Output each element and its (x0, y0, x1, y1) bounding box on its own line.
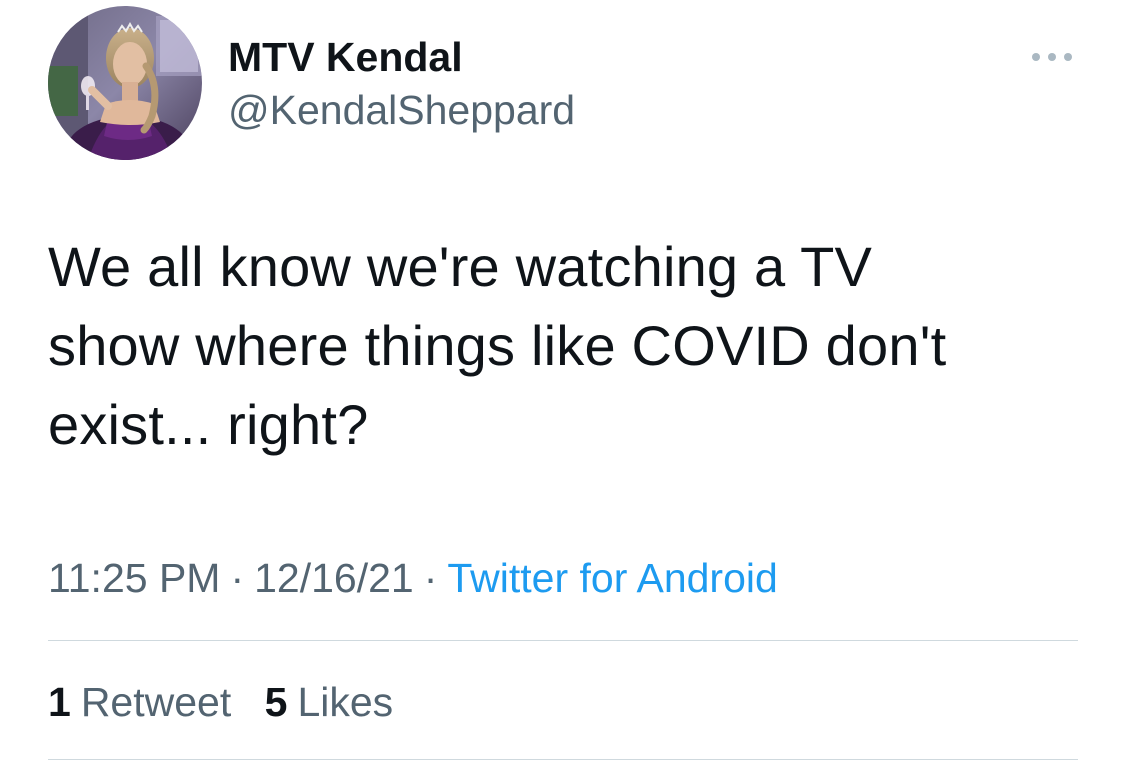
more-dots-icon (1032, 53, 1072, 61)
display-name[interactable]: MTV Kendal (228, 33, 463, 81)
retweets-stat[interactable]: 1 Retweet (48, 676, 231, 728)
tweet-time[interactable]: 11:25 PM (48, 555, 220, 601)
likes-count: 5 (264, 679, 288, 725)
tweet-metadata: 11:25 PM · 12/16/21 · Twitter for Android (48, 552, 778, 604)
meta-separator: · (230, 555, 245, 601)
divider (48, 759, 1078, 760)
divider (48, 640, 1078, 641)
tweet-date[interactable]: 12/16/21 (254, 555, 414, 601)
avatar-image (48, 6, 202, 160)
tweet-text-line: show where things like COVID don't (48, 314, 947, 377)
avatar[interactable] (48, 6, 202, 160)
likes-label: Likes (297, 679, 394, 725)
tweet-text: We all know we're watching a TV show whe… (48, 227, 1088, 464)
tweet-detail: MTV Kendal @KendalSheppard We all know w… (0, 0, 1125, 776)
tweet-text-line: We all know we're watching a TV (48, 235, 873, 298)
retweets-count: 1 (48, 679, 71, 725)
tweet-text-line: exist... right? (48, 393, 369, 456)
more-options-button[interactable] (1026, 42, 1078, 72)
user-handle[interactable]: @KendalSheppard (228, 86, 575, 134)
likes-stat[interactable]: 5 Likes (265, 676, 394, 728)
retweets-label: Retweet (80, 679, 232, 725)
tweet-source-link[interactable]: Twitter for Android (447, 555, 777, 601)
engagement-stats: 1 Retweet 5 Likes (48, 676, 415, 728)
meta-separator: · (423, 555, 438, 601)
